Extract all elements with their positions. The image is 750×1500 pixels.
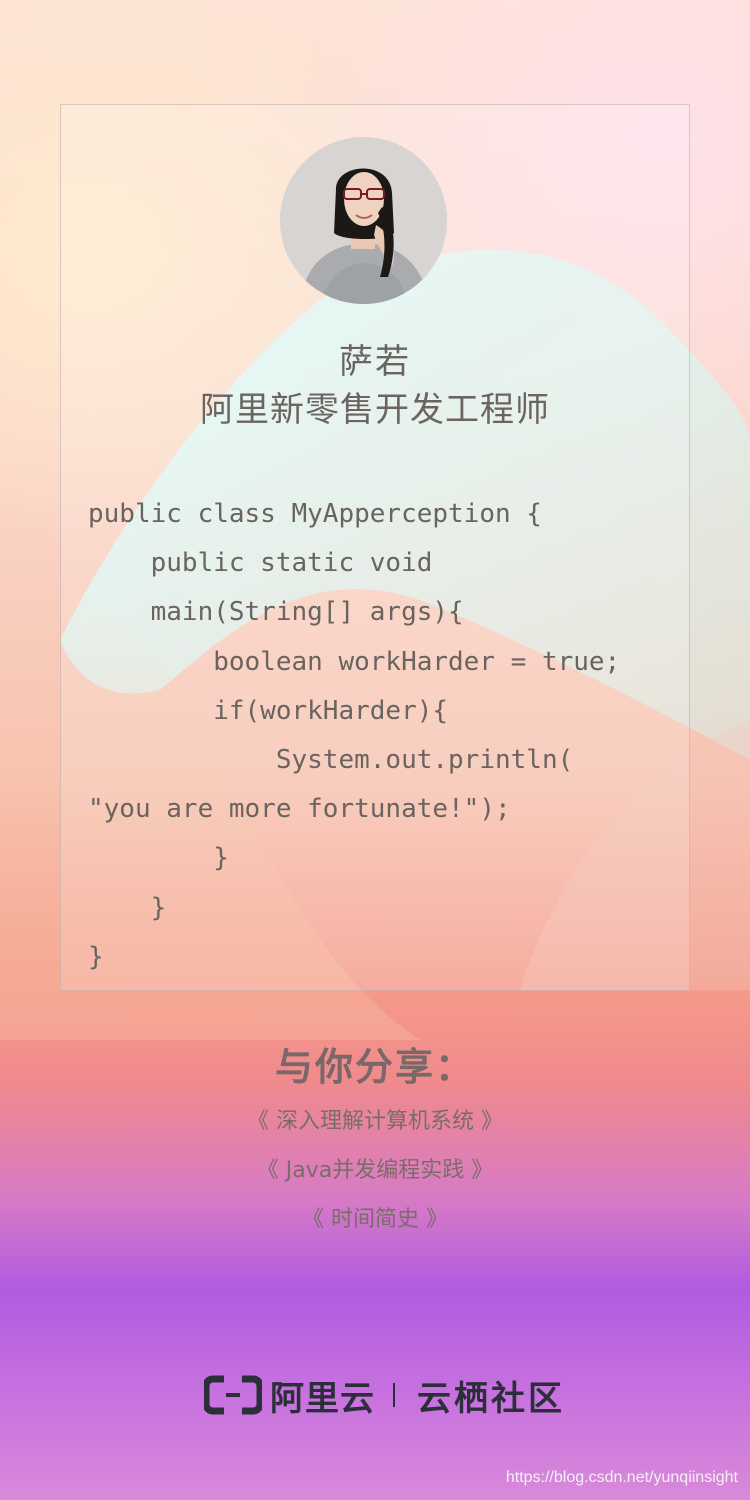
book-item: 《 时间简史 》 — [302, 1207, 448, 1232]
code-block: public class MyApperception { public sta… — [88, 490, 620, 982]
code-line: "you are more fortunate!"); — [88, 794, 511, 825]
brand-community-text: 云栖社区 — [417, 1378, 565, 1419]
person-role: 阿里新零售开发工程师 — [200, 390, 550, 430]
book-item: 《 Java并发编程实践 》 — [256, 1158, 494, 1183]
brand-community: 云栖社区 — [417, 1371, 565, 1420]
woman-portrait-avatar-icon — [280, 137, 447, 304]
poster-background: 萨若 阿里新零售开发工程师 public class MyApperceptio… — [0, 0, 750, 1500]
aliyun-bracket-logo-icon — [204, 1375, 262, 1415]
brand-divider — [393, 1383, 395, 1407]
code-line: } — [88, 892, 167, 923]
brand-aliyun: 阿里云 — [270, 1378, 375, 1419]
code-line: } — [88, 941, 104, 972]
code-line: public static void — [88, 548, 433, 579]
code-line: } — [88, 843, 229, 874]
code-line: if(workHarder){ — [88, 695, 449, 726]
share-heading: 与你分享： — [274, 1045, 475, 1089]
watermark-url: https://blog.csdn.net/yunqiinsight — [505, 1469, 738, 1486]
code-line: public class MyApperception { — [88, 499, 542, 529]
code-line: main(String[] args){ — [88, 597, 464, 628]
person-name: 萨若 — [339, 342, 411, 382]
book-item: 《 深入理解计算机系统 》 — [247, 1109, 503, 1134]
code-line: System.out.println( — [88, 744, 574, 775]
brand-footer: 阿里云 云栖社区 — [204, 1374, 565, 1419]
avatar — [280, 137, 447, 304]
code-line: boolean workHarder = true; — [88, 646, 621, 677]
